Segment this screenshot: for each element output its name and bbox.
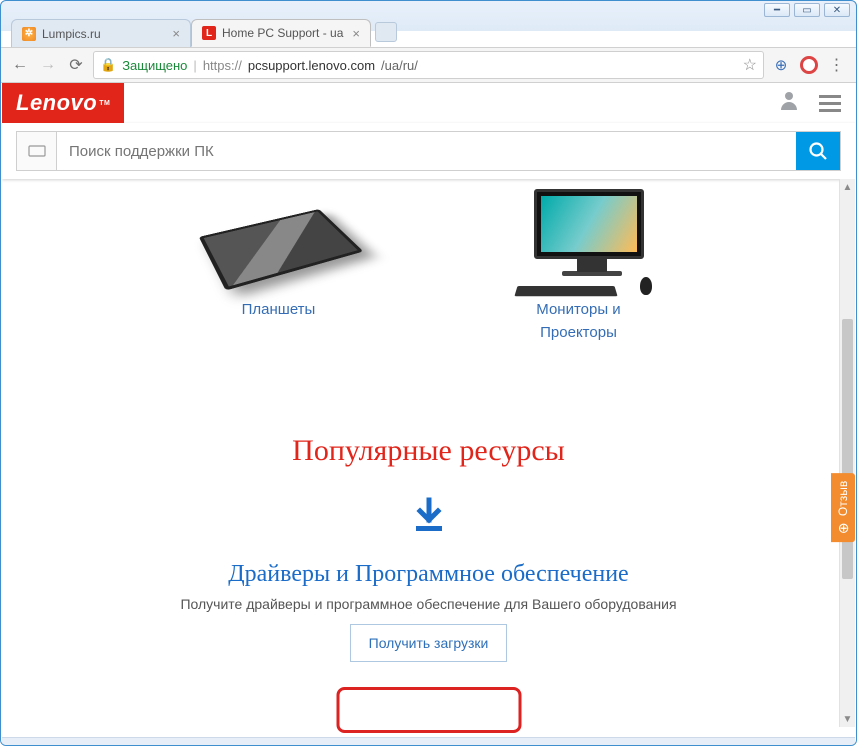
download-icon bbox=[408, 496, 450, 543]
window-close-button[interactable]: ✕ bbox=[824, 3, 850, 17]
tab-lumpics[interactable]: ✲ Lumpics.ru × bbox=[11, 19, 191, 47]
page-viewport: LenovoTM bbox=[2, 83, 855, 737]
monitor-image bbox=[489, 189, 669, 299]
tab-close-icon[interactable]: × bbox=[172, 26, 180, 41]
opera-extension-icon[interactable] bbox=[798, 54, 820, 76]
window-bottom-border bbox=[2, 737, 855, 745]
window-titlebar: ━ ▭ ✕ bbox=[1, 1, 856, 17]
site-header: LenovoTM bbox=[2, 83, 855, 123]
browser-window: ━ ▭ ✕ ✲ Lumpics.ru × L Home PC Support -… bbox=[0, 0, 857, 746]
new-tab-button[interactable] bbox=[375, 22, 397, 42]
popular-resources-title: Популярные ресурсы bbox=[2, 434, 855, 468]
reload-button[interactable]: ⟳ bbox=[65, 54, 87, 76]
get-downloads-button[interactable]: Получить загрузки bbox=[350, 624, 508, 662]
url-protocol: https:// bbox=[203, 58, 242, 73]
feedback-tab[interactable]: ⊕ Отзыв bbox=[831, 473, 855, 542]
browser-toolbar: ← → ⟳ 🔒 Защищено | https:// pcsupport.len… bbox=[1, 47, 856, 83]
window-minimize-button[interactable]: ━ bbox=[764, 3, 790, 17]
url-host: pcsupport.lenovo.com bbox=[248, 58, 375, 73]
tab-strip: ✲ Lumpics.ru × L Home PC Support - ua × bbox=[1, 17, 856, 47]
category-monitors[interactable]: Мониторы и Проекторы bbox=[489, 189, 669, 344]
browser-menu-icon[interactable]: ⋮ bbox=[826, 54, 848, 76]
globe-icon[interactable]: ⊕ bbox=[770, 54, 792, 76]
scroll-up-arrow[interactable]: ▲ bbox=[840, 179, 855, 195]
section-spacer bbox=[2, 364, 855, 424]
favicon-lumpics: ✲ bbox=[22, 27, 36, 41]
tab-title: Lumpics.ru bbox=[42, 27, 166, 41]
window-maximize-button[interactable]: ▭ bbox=[794, 3, 820, 17]
logo-text: Lenovo bbox=[16, 90, 97, 116]
scroll-down-arrow[interactable]: ▼ bbox=[840, 711, 855, 727]
tab-close-icon[interactable]: × bbox=[352, 26, 360, 41]
bookmark-star-icon[interactable]: ☆ bbox=[743, 55, 757, 75]
highlight-annotation bbox=[336, 687, 521, 733]
tab-lenovo-support[interactable]: L Home PC Support - ua × bbox=[191, 19, 371, 47]
hamburger-menu-icon[interactable] bbox=[819, 95, 841, 112]
back-button[interactable]: ← bbox=[9, 54, 31, 76]
header-actions bbox=[777, 88, 841, 118]
logo-tm: TM bbox=[99, 100, 110, 107]
search-button[interactable] bbox=[796, 132, 840, 170]
secure-label: Защищено bbox=[122, 58, 187, 73]
drivers-software-title: Драйверы и Программное обеспечение bbox=[2, 561, 855, 588]
address-bar[interactable]: 🔒 Защищено | https:// pcsupport.lenovo.co… bbox=[93, 51, 764, 79]
forward-button[interactable]: → bbox=[37, 54, 59, 76]
user-account-icon[interactable] bbox=[777, 88, 801, 118]
search-category-icon[interactable] bbox=[17, 132, 57, 170]
feedback-label: Отзыв bbox=[836, 481, 850, 516]
vertical-scrollbar[interactable]: ▲ ▼ bbox=[839, 179, 855, 727]
separator: | bbox=[193, 58, 196, 73]
popular-resources-section: Популярные ресурсы Драйверы и Программно… bbox=[2, 424, 855, 662]
support-search-bar bbox=[16, 131, 841, 171]
category-tablets[interactable]: Планшеты bbox=[189, 189, 369, 344]
favicon-lenovo: L bbox=[202, 26, 216, 40]
page-content: Планшеты Мониторы и Проекторы bbox=[2, 179, 855, 737]
monitors-label-line2: Проекторы bbox=[540, 324, 617, 341]
tablet-image bbox=[189, 189, 369, 299]
category-tablets-link[interactable]: Планшеты bbox=[189, 299, 369, 322]
url-path: /ua/ru/ bbox=[381, 58, 418, 73]
lenovo-logo[interactable]: LenovoTM bbox=[2, 83, 124, 123]
search-bar-container bbox=[2, 123, 855, 179]
lock-icon: 🔒 bbox=[100, 57, 116, 73]
feedback-plus-icon: ⊕ bbox=[835, 522, 851, 534]
tab-title: Home PC Support - ua bbox=[222, 26, 346, 40]
search-input[interactable] bbox=[57, 132, 796, 170]
drivers-software-description: Получите драйверы и программное обеспече… bbox=[2, 596, 855, 612]
monitors-label-line1: Мониторы и bbox=[536, 301, 620, 318]
category-monitors-link[interactable]: Мониторы и Проекторы bbox=[489, 299, 669, 344]
product-categories: Планшеты Мониторы и Проекторы bbox=[2, 179, 855, 364]
